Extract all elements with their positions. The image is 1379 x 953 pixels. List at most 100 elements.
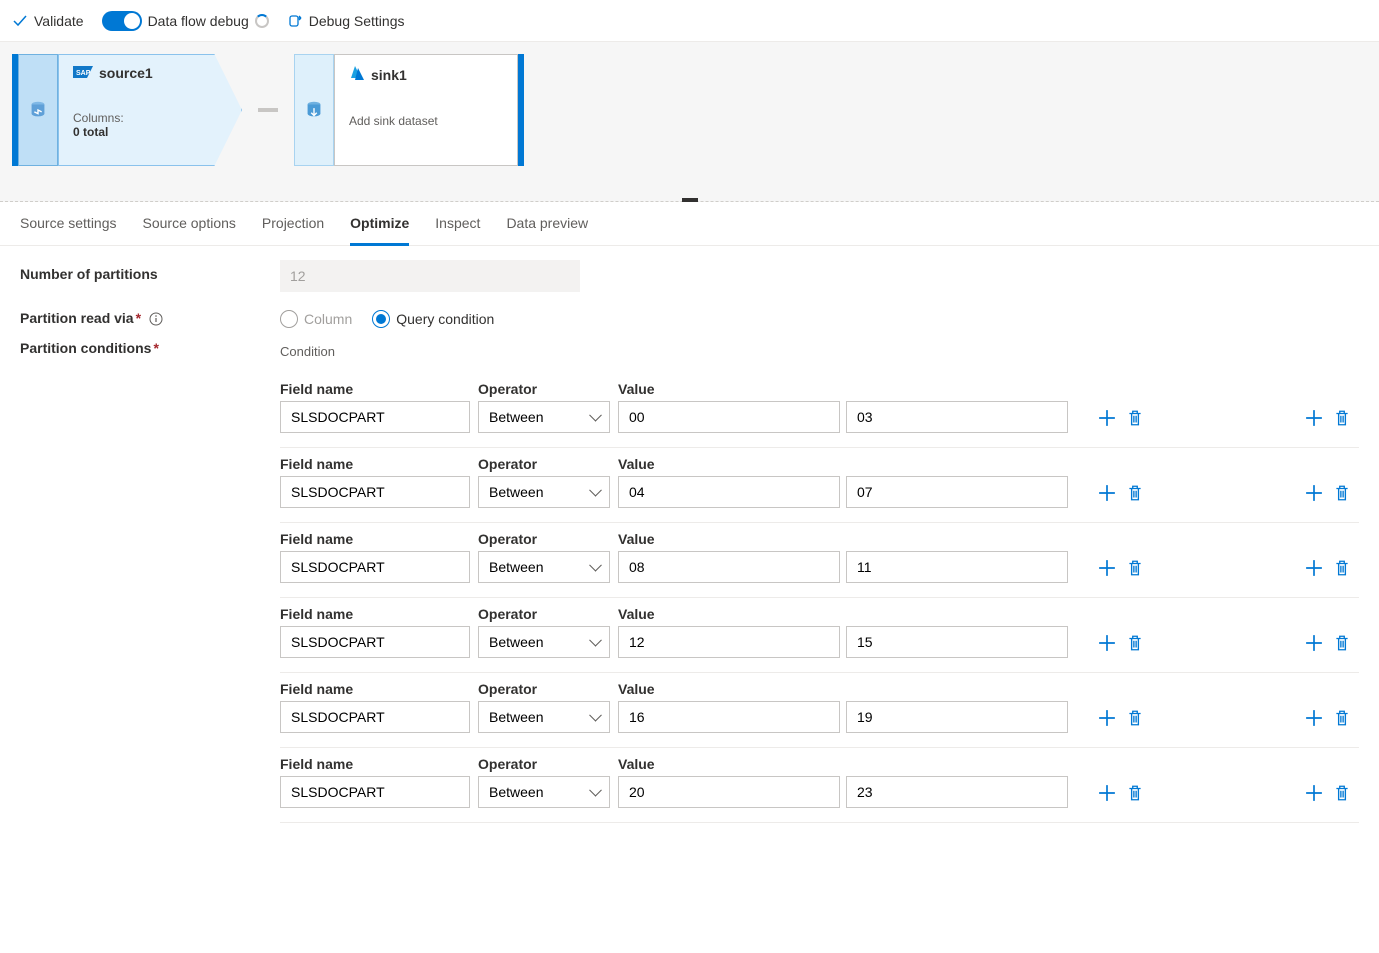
tab-source-settings[interactable]: Source settings: [20, 202, 117, 246]
radio-unselected-icon: [280, 310, 298, 328]
operator-select[interactable]: Between: [478, 776, 610, 808]
delete-condition-button[interactable]: [1126, 484, 1144, 502]
operator-select[interactable]: Between: [478, 626, 610, 658]
value-label: Value: [618, 756, 1068, 772]
source-columns-total: 0 total: [73, 125, 201, 139]
value-label: Value: [618, 531, 1068, 547]
sink-db-icon: [294, 54, 334, 166]
add-group-button[interactable]: [1305, 559, 1323, 577]
delete-group-button[interactable]: [1333, 784, 1351, 802]
add-condition-button[interactable]: [1098, 634, 1116, 652]
operator-label: Operator: [478, 381, 610, 397]
delete-condition-button[interactable]: [1126, 709, 1144, 727]
delete-group-button[interactable]: [1333, 409, 1351, 427]
svg-text:SAP: SAP: [76, 70, 91, 77]
value-from-input[interactable]: [618, 401, 840, 433]
sap-icon: SAP: [73, 65, 93, 81]
add-group-button[interactable]: [1305, 709, 1323, 727]
operator-select[interactable]: Between: [478, 551, 610, 583]
field-name-input[interactable]: [280, 476, 470, 508]
value-to-input[interactable]: [846, 776, 1068, 808]
operator-label: Operator: [478, 606, 610, 622]
checkmark-icon: [12, 13, 28, 29]
value-to-input[interactable]: [846, 701, 1068, 733]
operator-label: Operator: [478, 756, 610, 772]
tab-data-preview[interactable]: Data preview: [506, 202, 588, 246]
tab-source-options[interactable]: Source options: [143, 202, 236, 246]
source-node[interactable]: SAP source1 Columns: 0 total +: [58, 54, 242, 166]
value-from-input[interactable]: [618, 551, 840, 583]
value-from-input[interactable]: [618, 626, 840, 658]
value-to-input[interactable]: [846, 551, 1068, 583]
value-label: Value: [618, 381, 1068, 397]
value-to-input[interactable]: [846, 476, 1068, 508]
field-name-label: Field name: [280, 381, 470, 397]
debug-settings-icon: [287, 13, 303, 29]
condition-group: Field nameOperatorBetweenValue: [280, 523, 1359, 598]
field-name-label: Field name: [280, 606, 470, 622]
delete-condition-button[interactable]: [1126, 784, 1144, 802]
value-to-input[interactable]: [846, 401, 1068, 433]
delete-group-button[interactable]: [1333, 709, 1351, 727]
field-name-input[interactable]: [280, 401, 470, 433]
plus-icon: +: [239, 159, 247, 175]
data-flow-debug-toggle[interactable]: Data flow debug: [102, 11, 269, 31]
flow-connector: [258, 108, 278, 112]
operator-select[interactable]: Between: [478, 401, 610, 433]
delete-condition-button[interactable]: [1126, 409, 1144, 427]
tab-optimize[interactable]: Optimize: [350, 202, 409, 246]
read-via-query-radio[interactable]: Query condition: [372, 310, 494, 328]
add-condition-button[interactable]: [1098, 784, 1116, 802]
source-db-icon: [18, 54, 58, 166]
num-partitions-label: Number of partitions: [20, 260, 280, 282]
info-icon[interactable]: [149, 312, 163, 326]
radio-selected-icon: [372, 310, 390, 328]
read-via-column-radio[interactable]: Column: [280, 310, 352, 328]
delete-condition-button[interactable]: [1126, 634, 1144, 652]
add-group-button[interactable]: [1305, 634, 1323, 652]
read-via-label: Partition read via*: [20, 304, 280, 326]
condition-group: Field nameOperatorBetweenValue: [280, 448, 1359, 523]
value-label: Value: [618, 456, 1068, 472]
tab-projection[interactable]: Projection: [262, 202, 324, 246]
value-to-input[interactable]: [846, 626, 1068, 658]
operator-label: Operator: [478, 456, 610, 472]
delete-group-button[interactable]: [1333, 559, 1351, 577]
tab-inspect[interactable]: Inspect: [435, 202, 480, 246]
delete-condition-button[interactable]: [1126, 559, 1144, 577]
delete-group-button[interactable]: [1333, 634, 1351, 652]
add-condition-button[interactable]: [1098, 484, 1116, 502]
add-condition-button[interactable]: [1098, 409, 1116, 427]
field-name-input[interactable]: [280, 551, 470, 583]
condition-section-header: Condition: [280, 344, 1359, 359]
add-group-button[interactable]: [1305, 409, 1323, 427]
operator-select[interactable]: Between: [478, 476, 610, 508]
add-transformation-button[interactable]: +: [233, 157, 253, 177]
field-name-input[interactable]: [280, 776, 470, 808]
num-partitions-input[interactable]: [280, 260, 580, 292]
condition-group: Field nameOperatorBetweenValue: [280, 598, 1359, 673]
field-name-input[interactable]: [280, 626, 470, 658]
debug-settings-button[interactable]: Debug Settings: [287, 13, 405, 29]
sink-node[interactable]: sink1 Add sink dataset: [334, 54, 518, 166]
add-condition-button[interactable]: [1098, 559, 1116, 577]
canvas-resize-handle[interactable]: [682, 198, 698, 202]
validate-button[interactable]: Validate: [12, 13, 84, 29]
value-from-input[interactable]: [618, 776, 840, 808]
dataflow-canvas[interactable]: SAP source1 Columns: 0 total +: [0, 42, 1379, 202]
source-title: source1: [99, 65, 153, 81]
field-name-input[interactable]: [280, 701, 470, 733]
value-from-input[interactable]: [618, 701, 840, 733]
add-group-button[interactable]: [1305, 484, 1323, 502]
source-columns-label: Columns:: [73, 111, 201, 125]
azure-icon: [349, 65, 365, 84]
operator-select[interactable]: Between: [478, 701, 610, 733]
toggle-on-icon: [102, 11, 142, 31]
operator-label: Operator: [478, 681, 610, 697]
delete-group-button[interactable]: [1333, 484, 1351, 502]
partition-conditions-label: Partition conditions*: [20, 340, 280, 356]
add-group-button[interactable]: [1305, 784, 1323, 802]
add-condition-button[interactable]: [1098, 709, 1116, 727]
data-flow-debug-label: Data flow debug: [148, 13, 249, 29]
value-from-input[interactable]: [618, 476, 840, 508]
